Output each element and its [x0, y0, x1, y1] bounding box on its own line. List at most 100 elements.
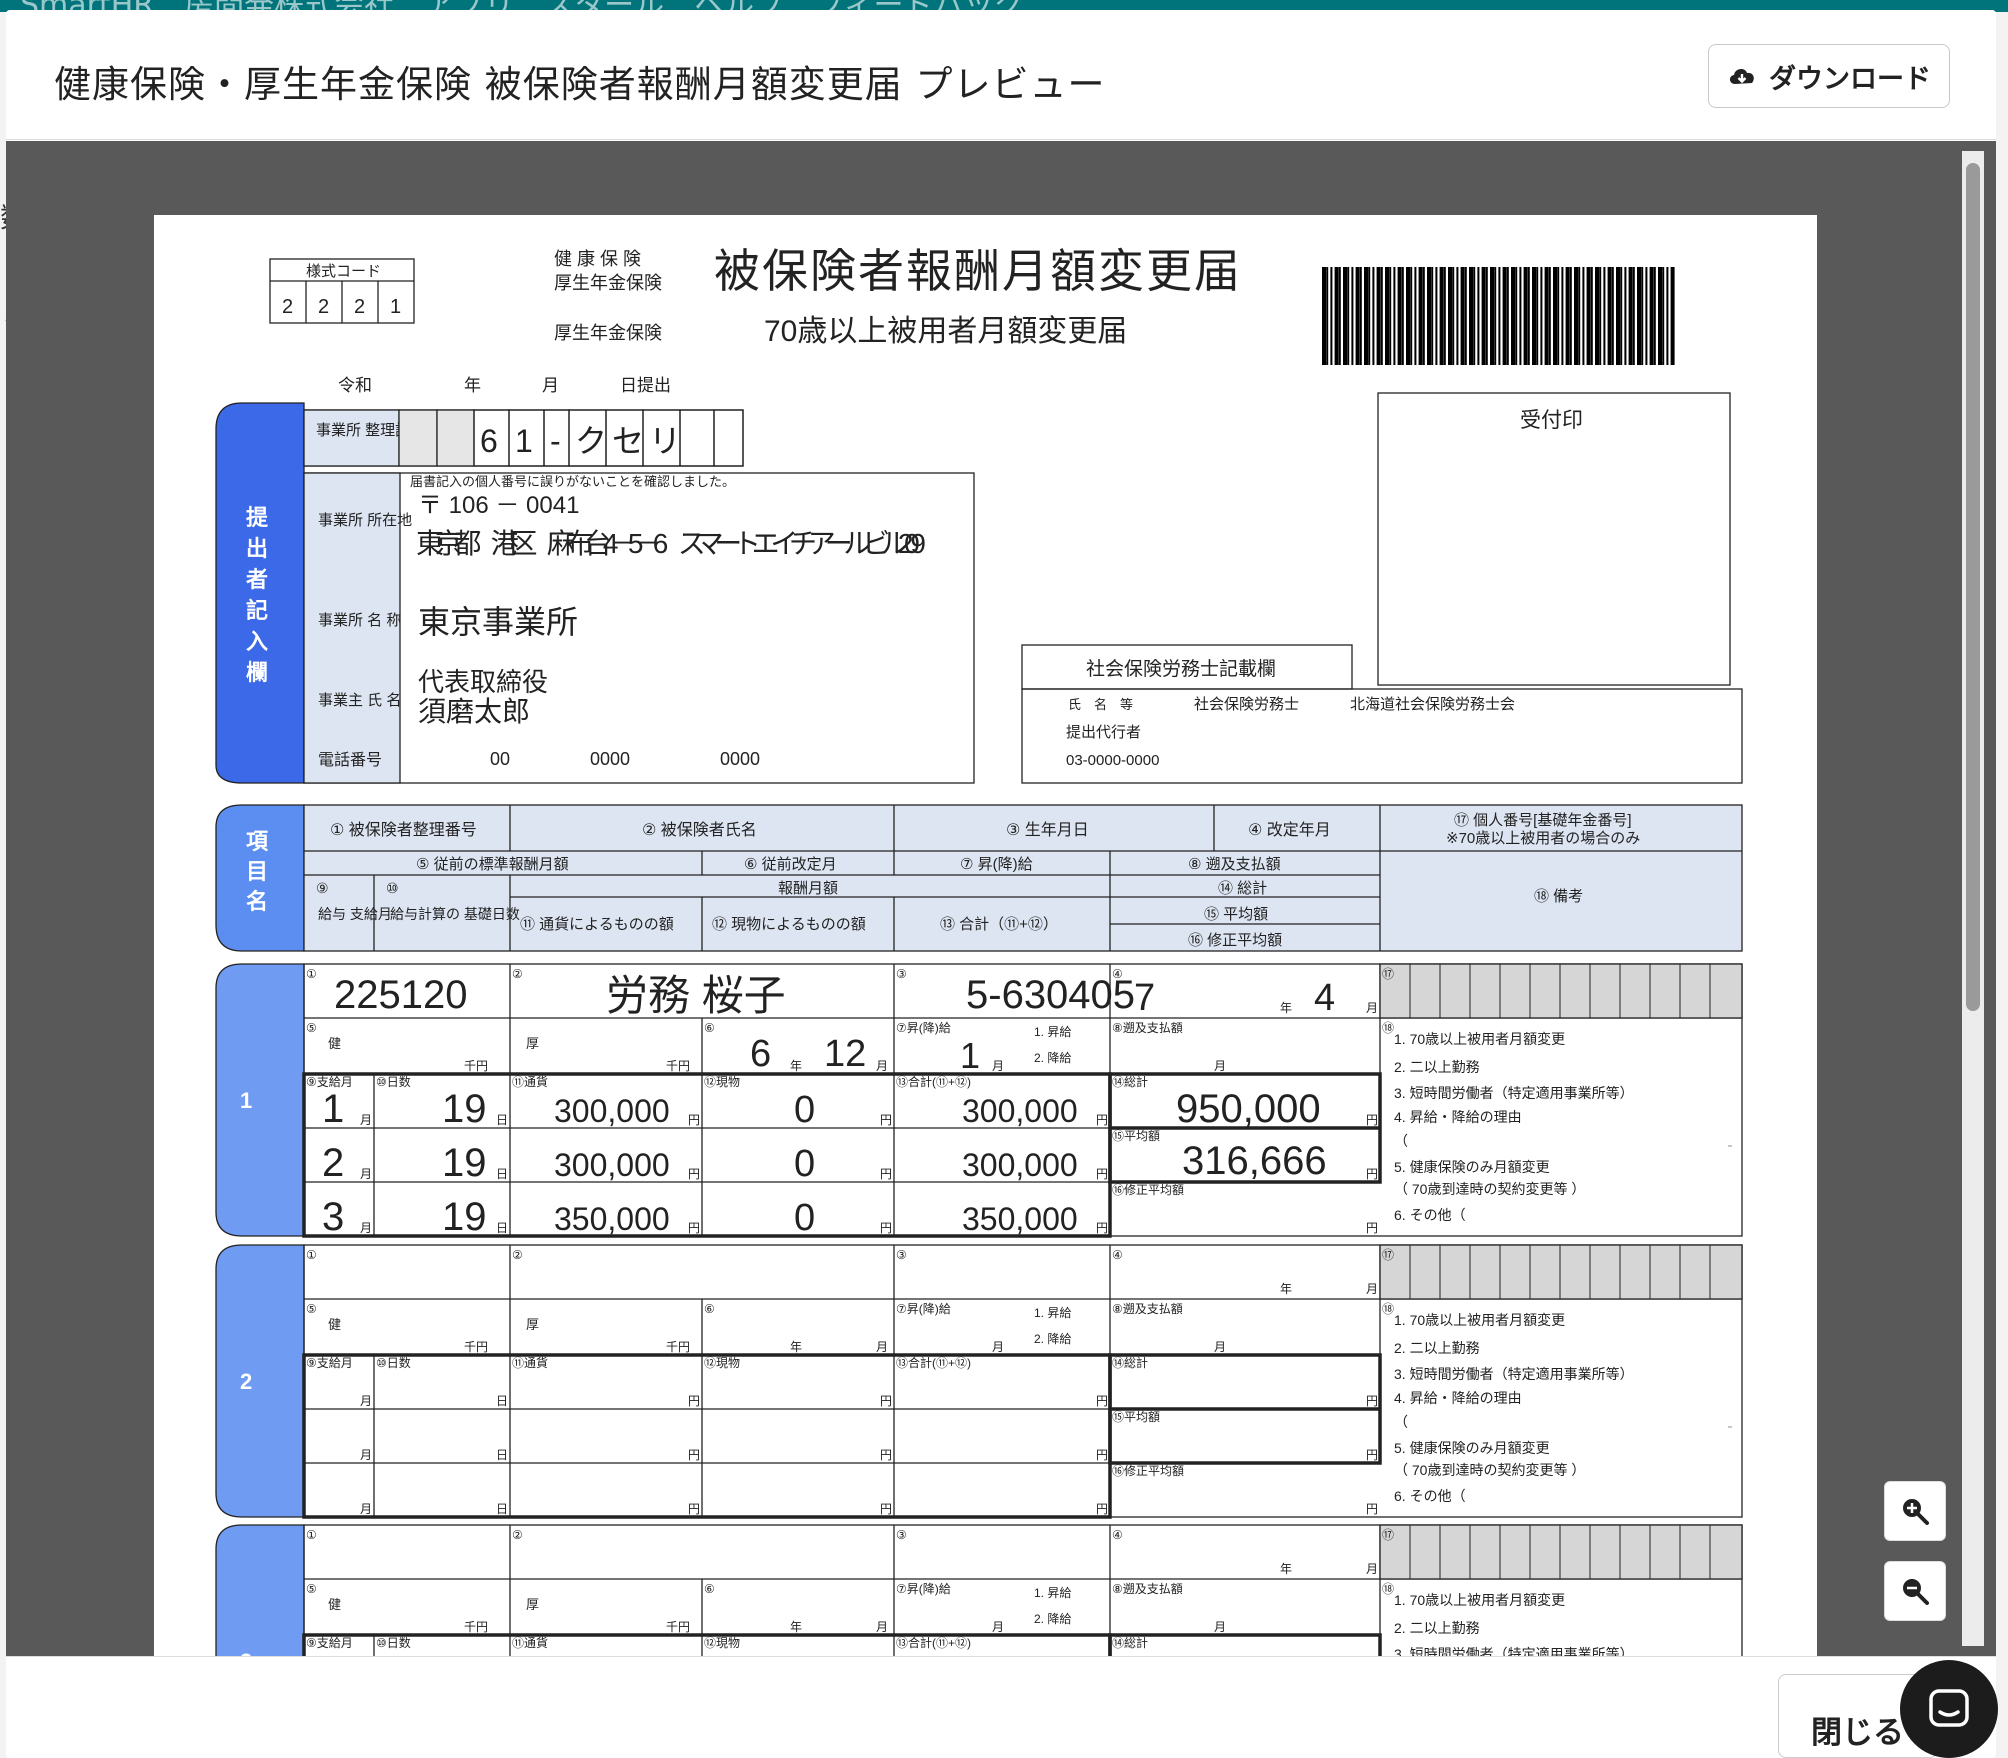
sr-agent: 提出代行者 [1066, 724, 1141, 741]
chat-launcher-button[interactable] [1900, 1660, 1998, 1758]
barcode-bar [1406, 267, 1410, 365]
cell-label: ② [512, 967, 523, 981]
note-option: 4. 昇給・降給の理由 [1394, 1109, 1522, 1125]
insurance-type-c: 厚生年金保険 [554, 323, 662, 343]
note-option: 2. 二以上勤務 [1394, 1620, 1480, 1636]
items-tab-char: 目 [246, 859, 268, 884]
unit-label: 円 [880, 1448, 892, 1462]
barcode-bar [1359, 267, 1362, 365]
barcode-bar [1473, 267, 1476, 365]
barcode-bar [1628, 267, 1633, 365]
barcode-bar [1355, 267, 1360, 365]
sr-association: 北海道社会保険労務士会 [1350, 696, 1515, 713]
phone-part-b: 0000 [590, 749, 630, 769]
barcode-bar [1469, 267, 1473, 365]
scrollbar-thumb[interactable] [1966, 163, 1980, 1011]
raise-value: 1 [960, 1035, 980, 1076]
receipt-stamp-box [1377, 392, 1731, 686]
barcode-bar [1322, 267, 1326, 365]
unit-label: 月 [1214, 1059, 1226, 1073]
barcode-bar [1477, 267, 1480, 365]
barcode-bar [1380, 267, 1383, 365]
barcode [1322, 267, 1675, 365]
office-number-char: - [550, 423, 561, 459]
barcode-bar [1611, 267, 1614, 365]
unit-label: 円 [1096, 1113, 1108, 1127]
cell-label: ① [306, 1528, 317, 1542]
vertical-scrollbar[interactable] [1962, 151, 1984, 1646]
sum-amount: 300,000 [962, 1093, 1078, 1129]
unit-label: 月 [1214, 1620, 1226, 1634]
form-code-digit: 2 [354, 296, 365, 318]
modal-header: 健康保険・厚生年金保険 被保険者報酬月額変更届 プレビュー ダウンロード [6, 10, 1996, 140]
unit-label: 円 [1366, 1502, 1378, 1516]
raise-option: 2. 降給 [1034, 1051, 1071, 1065]
barcode-bar [1607, 267, 1612, 365]
barcode-bar [1422, 267, 1425, 365]
barcode-bar [1376, 267, 1381, 365]
cell-label: ⑥ [704, 1021, 715, 1035]
cell-label: ⑭総計 [1112, 1635, 1148, 1650]
barcode-bar [1595, 267, 1599, 365]
barcode-bar [1523, 267, 1528, 365]
barcode-bar [1338, 267, 1341, 365]
cell-label: ⑩日数 [376, 1355, 411, 1370]
unit-label: 月 [992, 1620, 1004, 1634]
barcode-bar [1452, 267, 1455, 365]
owner-title: 代表取締役 [418, 667, 548, 697]
goods-amount: 0 [794, 1197, 815, 1239]
barcode-bar [1460, 267, 1465, 365]
insured-name: 労務 桜子 [606, 972, 786, 1019]
form-code-digit: 2 [282, 296, 293, 318]
col-header: ⑩ [386, 880, 399, 896]
items-tab-char: 項 [246, 829, 269, 854]
note-option: 6. その他（ [1394, 1488, 1466, 1504]
col-header: ⑨ [316, 880, 329, 896]
download-button[interactable]: ダウンロード [1708, 44, 1950, 108]
cell-label: ① [306, 967, 317, 981]
col-header: ⑦ 昇(降)給 [960, 856, 1033, 873]
cell-label: 健 [328, 1597, 341, 1612]
zoom-out-button[interactable] [1884, 1561, 1946, 1621]
mynumber-grid [1379, 1524, 1743, 1580]
barcode-bar [1511, 267, 1515, 365]
cell-label: ⑰ [1382, 1528, 1394, 1542]
raise-option: 1. 昇給 [1034, 1306, 1071, 1320]
cell-label: ⑱ [1382, 1302, 1394, 1316]
cell-label: ⑫現物 [704, 1636, 740, 1650]
col-header: ③ 生年月日 [1006, 821, 1089, 839]
cell-label: ⑥ [704, 1302, 715, 1316]
note-option: 1. 70歳以上被用者月額変更 [1394, 1592, 1565, 1608]
cell-label: ⑭総計 [1112, 1074, 1148, 1089]
cell-label: 健 [328, 1317, 341, 1332]
barcode-bar [1540, 267, 1543, 365]
cell-label: ⑪通貨 [512, 1635, 548, 1650]
zoom-in-icon [1903, 1499, 1929, 1525]
barcode-bar [1670, 267, 1675, 365]
unit-label: 月 [876, 1059, 888, 1073]
barcode-bar [1653, 267, 1656, 365]
unit-label: 日 [496, 1448, 508, 1462]
entry-number: 1 [240, 1088, 252, 1113]
barcode-bar [1464, 267, 1467, 365]
zoom-in-button[interactable] [1884, 1481, 1946, 1541]
prev-revision-year: 6 [750, 1033, 771, 1075]
barcode-bar [1506, 267, 1509, 365]
unit-label: 月 [992, 1059, 1004, 1073]
cell-label: ⑰ [1382, 1248, 1394, 1262]
barcode-bar [1498, 267, 1501, 365]
unit-label: 日 [496, 1167, 508, 1181]
cell-label: ⑦昇(降)給 [896, 1582, 951, 1596]
barcode-bar [1502, 267, 1507, 365]
cell-label: ⑬合計(⑪+⑫) [896, 1635, 971, 1650]
pdf-viewer[interactable]: 様式コード 2 2 2 1 健 康 保 険厚生年金保険 厚生年金保険 被保険者報酬月額変更届 7… [6, 141, 1996, 1656]
barcode-bar [1364, 267, 1368, 365]
barcode-bar [1645, 267, 1648, 365]
barcode-bar [1586, 267, 1591, 365]
barcode-bar [1326, 267, 1329, 365]
cell-label: ⑧遡及支払額 [1112, 1021, 1183, 1035]
date-reiwa: 令和 [338, 376, 372, 395]
prev-revision-month: 12 [824, 1033, 866, 1075]
submitter-tab-char: 入 [246, 629, 268, 654]
cell-label: ⑦昇(降)給 [896, 1302, 951, 1316]
